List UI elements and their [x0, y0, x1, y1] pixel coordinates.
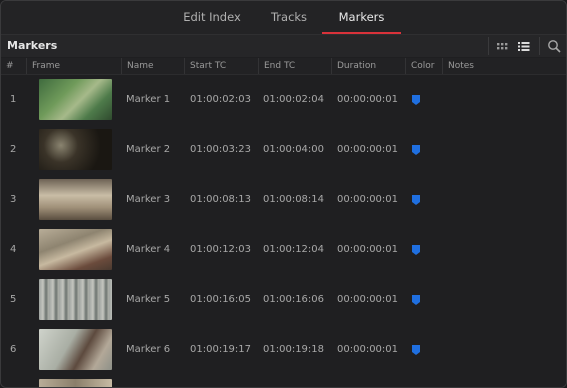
frame-thumbnail — [39, 229, 112, 270]
end-tc: 01:00:16:06 — [263, 294, 325, 305]
marker-flag-icon[interactable] — [411, 294, 421, 306]
panel-title: Markers — [7, 39, 58, 52]
divider — [488, 37, 489, 55]
marker-name: Marker 4 — [126, 244, 171, 255]
column-frame[interactable]: Frame — [26, 58, 121, 74]
column-color[interactable]: Color — [405, 58, 442, 74]
end-tc: 01:00:02:04 — [263, 94, 325, 105]
marker-flag-icon[interactable] — [411, 244, 421, 256]
row-number: 4 — [10, 244, 17, 255]
column-duration[interactable]: Duration — [331, 58, 405, 74]
table-row[interactable]: 3 Marker 3 01:00:08:13 01:00:08:14 00:00… — [1, 175, 566, 226]
frame-thumbnail — [39, 329, 112, 370]
duration: 00:00:00:01 — [337, 344, 399, 355]
marker-name: Marker 3 — [126, 194, 171, 205]
tab-bar: Edit Index Tracks Markers — [1, 1, 566, 35]
frame-thumbnail — [39, 379, 112, 387]
frame-thumbnail — [39, 129, 112, 170]
tab-markers[interactable]: Markers — [322, 1, 401, 34]
marker-flag-icon[interactable] — [411, 344, 421, 356]
search-icon[interactable] — [545, 37, 563, 55]
list-view-icon[interactable] — [515, 37, 533, 55]
start-tc: 01:00:12:03 — [190, 244, 252, 255]
frame-thumbnail — [39, 79, 112, 120]
start-tc: 01:00:03:23 — [190, 144, 252, 155]
marker-flag-icon[interactable] — [411, 194, 421, 206]
end-tc: 01:00:08:14 — [263, 194, 325, 205]
start-tc: 01:00:19:17 — [190, 344, 252, 355]
table-row[interactable]: 4 Marker 4 01:00:12:03 01:00:12:04 00:00… — [1, 225, 566, 276]
panel-header: Markers — [1, 35, 566, 57]
start-tc: 01:00:16:05 — [190, 294, 252, 305]
duration: 00:00:00:01 — [337, 94, 399, 105]
end-tc: 01:00:04:00 — [263, 144, 325, 155]
row-number: 1 — [10, 94, 17, 105]
duration: 00:00:00:01 — [337, 294, 399, 305]
row-number: 2 — [10, 144, 17, 155]
frame-thumbnail — [39, 179, 112, 220]
marker-name: Marker 6 — [126, 344, 171, 355]
grid-view-icon[interactable] — [494, 37, 512, 55]
column-start-tc[interactable]: Start TC — [184, 58, 258, 74]
row-number: 6 — [10, 344, 17, 355]
marker-name: Marker 2 — [126, 144, 171, 155]
row-number: 5 — [10, 294, 17, 305]
table-row[interactable]: 1 Marker 1 01:00:02:03 01:00:02:04 00:00… — [1, 75, 566, 126]
column-num[interactable]: # — [1, 58, 26, 74]
marker-name: Marker 5 — [126, 294, 171, 305]
duration: 00:00:00:01 — [337, 144, 399, 155]
divider — [539, 37, 540, 55]
column-end-tc[interactable]: End TC — [258, 58, 331, 74]
marker-flag-icon[interactable] — [411, 94, 421, 106]
row-number: 3 — [10, 194, 17, 205]
tab-tracks[interactable]: Tracks — [265, 1, 313, 34]
duration: 00:00:00:01 — [337, 194, 399, 205]
end-tc: 01:00:12:04 — [263, 244, 325, 255]
table-row[interactable]: 5 Marker 5 01:00:16:05 01:00:16:06 00:00… — [1, 275, 566, 326]
start-tc: 01:00:08:13 — [190, 194, 252, 205]
duration: 00:00:00:01 — [337, 244, 399, 255]
marker-flag-icon[interactable] — [411, 144, 421, 156]
markers-panel: Edit Index Tracks Markers Markers # Fram… — [0, 0, 567, 388]
column-header: # Frame Name Start TC End TC Duration Co… — [1, 58, 566, 75]
marker-name: Marker 1 — [126, 94, 171, 105]
table-row[interactable] — [1, 375, 566, 387]
table-row[interactable]: 6 Marker 6 01:00:19:17 01:00:19:18 00:00… — [1, 325, 566, 376]
tab-edit-index[interactable]: Edit Index — [179, 1, 245, 34]
frame-thumbnail — [39, 279, 112, 320]
column-name[interactable]: Name — [121, 58, 184, 74]
end-tc: 01:00:19:18 — [263, 344, 325, 355]
table-row[interactable]: 2 Marker 2 01:00:03:23 01:00:04:00 00:00… — [1, 125, 566, 176]
marker-list: 1 Marker 1 01:00:02:03 01:00:02:04 00:00… — [1, 75, 566, 387]
column-notes[interactable]: Notes — [442, 58, 566, 74]
start-tc: 01:00:02:03 — [190, 94, 252, 105]
